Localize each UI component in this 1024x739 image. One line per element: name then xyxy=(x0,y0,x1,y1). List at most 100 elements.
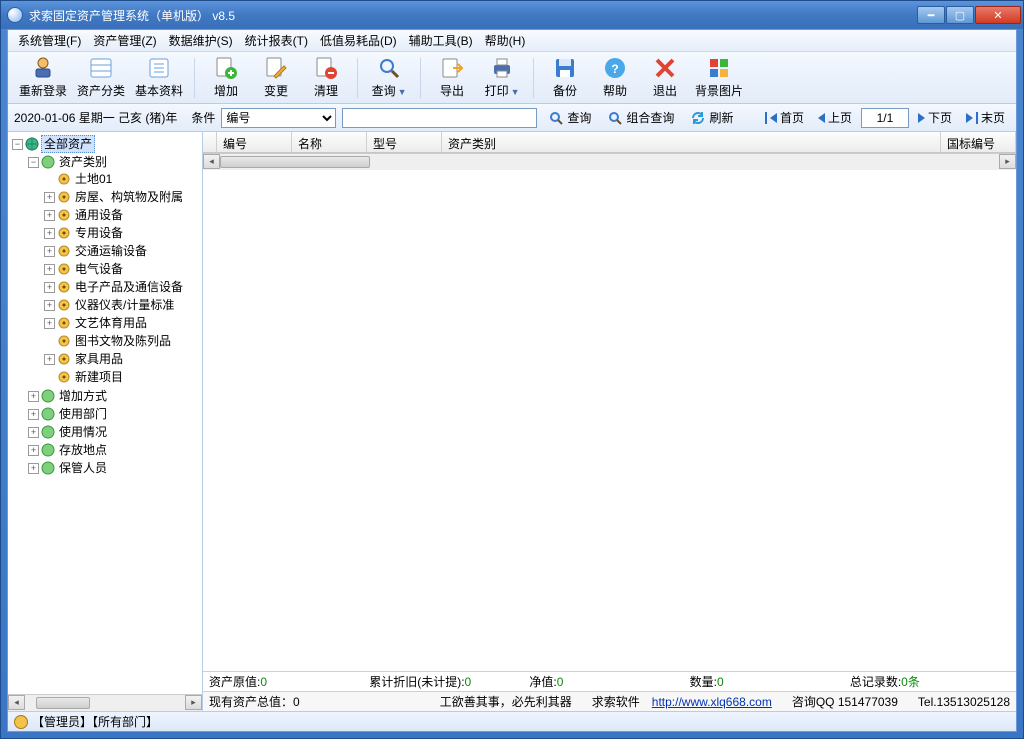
expander-icon[interactable]: + xyxy=(44,210,55,221)
tree-node[interactable]: 专用设备 xyxy=(73,225,125,241)
dropdown-arrow-icon[interactable]: ▼ xyxy=(511,87,520,97)
col-category[interactable]: 资产类别 xyxy=(442,132,941,152)
expander-icon[interactable]: + xyxy=(28,445,39,456)
expander-none xyxy=(44,336,55,347)
svg-text:?: ? xyxy=(611,62,618,76)
menu-tools[interactable]: 辅助工具(B) xyxy=(403,30,479,51)
tree-node[interactable]: 房屋、构筑物及附属 xyxy=(73,189,185,205)
tree-node[interactable]: 使用部门 xyxy=(57,406,109,422)
col-name[interactable]: 名称 xyxy=(292,132,367,152)
expander-icon[interactable]: + xyxy=(28,463,39,474)
add-button[interactable]: 增加 xyxy=(201,54,251,102)
scroll-thumb[interactable] xyxy=(220,156,370,168)
tree[interactable]: − 全部资产 − 资产类别 xyxy=(8,132,202,694)
tree-node[interactable]: 家具用品 xyxy=(73,351,125,367)
scroll-thumb[interactable] xyxy=(36,697,90,709)
toolbar-separator xyxy=(194,58,195,98)
tree-node-root[interactable]: 全部资产 xyxy=(41,135,95,153)
tree-node[interactable]: 电气设备 xyxy=(73,261,125,277)
expander-icon[interactable]: + xyxy=(28,427,39,438)
tree-node[interactable]: 电子产品及通信设备 xyxy=(73,279,185,295)
combo-search-button[interactable]: 组合查询 xyxy=(602,106,679,129)
tree-node[interactable]: 增加方式 xyxy=(57,388,109,404)
tree-node[interactable]: 通用设备 xyxy=(73,207,125,223)
data-grid[interactable]: 编号 名称 型号 资产类别 国标编号 ◂ ▸ xyxy=(203,132,1016,671)
print-label: 打印 xyxy=(485,84,509,98)
expander-icon[interactable]: + xyxy=(44,300,55,311)
maximize-button[interactable]: ▢ xyxy=(946,6,974,24)
refresh-button[interactable]: 刷新 xyxy=(685,106,738,129)
tree-node[interactable]: 保管人员 xyxy=(57,460,109,476)
expander-icon[interactable]: + xyxy=(44,264,55,275)
category-button[interactable]: 资产分类 xyxy=(72,54,130,102)
scroll-left-icon[interactable]: ◂ xyxy=(203,154,220,169)
search-button[interactable]: 查询 xyxy=(543,106,596,129)
field-select[interactable]: 编号 xyxy=(221,108,336,128)
scroll-right-icon[interactable]: ▸ xyxy=(999,154,1016,169)
summary-bar: 资产原值:0 累计折旧(未计提):0 净值:0 数量:0 总记录数:0条 xyxy=(203,671,1016,691)
baseinfo-button[interactable]: 基本资料 xyxy=(130,54,188,102)
col-number[interactable]: 编号 xyxy=(217,132,292,152)
backup-button[interactable]: 备份 xyxy=(540,54,590,102)
menu-asset[interactable]: 资产管理(Z) xyxy=(87,30,162,51)
combo-label: 组合查询 xyxy=(626,109,674,126)
bgimg-button[interactable]: 背景图片 xyxy=(690,54,748,102)
tree-node[interactable]: 文艺体育用品 xyxy=(73,315,149,331)
menu-system[interactable]: 系统管理(F) xyxy=(12,30,87,51)
sum-net-label: 净值: xyxy=(529,675,556,689)
first-page-button[interactable]: 首页 xyxy=(760,106,809,129)
expander-icon[interactable]: − xyxy=(12,139,23,150)
query-button[interactable]: 查询▼ xyxy=(364,54,414,102)
tree-node[interactable]: 存放地点 xyxy=(57,442,109,458)
exit-button[interactable]: 退出 xyxy=(640,54,690,102)
prev-page-button[interactable]: 上页 xyxy=(813,106,857,129)
expander-icon[interactable]: + xyxy=(44,354,55,365)
search-input[interactable] xyxy=(342,108,537,128)
expander-icon[interactable]: + xyxy=(28,409,39,420)
menu-lowvalue[interactable]: 低值易耗品(D) xyxy=(314,30,403,51)
minimize-button[interactable]: ━ xyxy=(917,6,945,24)
grid-scrollbar[interactable]: ◂ ▸ xyxy=(203,153,1016,170)
expander-icon[interactable]: + xyxy=(28,391,39,402)
export-button[interactable]: 导出 xyxy=(427,54,477,102)
close-button[interactable]: ✕ xyxy=(975,6,1021,24)
scroll-right-icon[interactable]: ▸ xyxy=(185,695,202,710)
footer-bar: 现有资产总值：0 工欲善其事，必先利其器 求索软件 http://www.xlq… xyxy=(203,691,1016,711)
window-title: 求索固定资产管理系统（单机版） v8.5 xyxy=(29,7,916,24)
menu-report[interactable]: 统计报表(T) xyxy=(239,30,314,51)
expander-icon[interactable]: + xyxy=(44,228,55,239)
folder-icon xyxy=(41,461,55,475)
tree-node[interactable]: 交通运输设备 xyxy=(73,243,149,259)
col-model[interactable]: 型号 xyxy=(367,132,442,152)
menu-help[interactable]: 帮助(H) xyxy=(479,30,532,51)
titlebar[interactable]: 求索固定资产管理系统（单机版） v8.5 ━ ▢ ✕ xyxy=(1,1,1023,29)
next-page-button[interactable]: 下页 xyxy=(913,106,957,129)
col-gbcode[interactable]: 国标编号 xyxy=(941,132,1016,152)
tree-node-category[interactable]: 资产类别 xyxy=(57,154,109,170)
tree-node[interactable]: 仪器仪表/计量标准 xyxy=(73,297,176,313)
tree-node[interactable]: 新建项目 xyxy=(73,369,125,385)
tree-node[interactable]: 使用情况 xyxy=(57,424,109,440)
expander-icon[interactable]: + xyxy=(44,318,55,329)
expander-icon[interactable]: + xyxy=(44,192,55,203)
dropdown-arrow-icon[interactable]: ▼ xyxy=(398,87,407,97)
clean-button[interactable]: 清理 xyxy=(301,54,351,102)
relogin-button[interactable]: 重新登录 xyxy=(14,54,72,102)
tree-node[interactable]: 图书文物及陈列品 xyxy=(73,333,173,349)
print-button[interactable]: 打印▼ xyxy=(477,54,527,102)
expander-icon[interactable]: + xyxy=(44,282,55,293)
tree-node[interactable]: 土地01 xyxy=(73,171,114,187)
expander-icon[interactable]: − xyxy=(28,157,39,168)
scroll-left-icon[interactable]: ◂ xyxy=(8,695,25,710)
last-page-button[interactable]: 末页 xyxy=(961,106,1010,129)
save-icon xyxy=(552,56,578,80)
change-button[interactable]: 变更 xyxy=(251,54,301,102)
menu-data[interactable]: 数据维护(S) xyxy=(163,30,239,51)
footer-url[interactable]: http://www.xlq668.com xyxy=(652,695,772,709)
footer-tel: Tel.13513025128 xyxy=(918,695,1010,709)
expander-icon[interactable]: + xyxy=(44,246,55,257)
help-button[interactable]: ? 帮助 xyxy=(590,54,640,102)
page-input[interactable] xyxy=(861,108,909,128)
sidebar: − 全部资产 − 资产类别 xyxy=(8,132,203,711)
sidebar-scrollbar[interactable]: ◂ ▸ xyxy=(8,694,202,711)
